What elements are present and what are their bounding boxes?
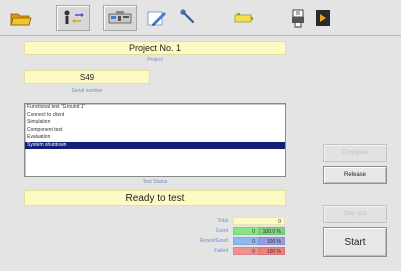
stop-test-button-label: Stop test bbox=[343, 211, 367, 217]
serial-value: S49 bbox=[79, 72, 95, 82]
stat-retest-count-value: 0 bbox=[252, 239, 255, 245]
application-window: Project No. 1 Project S49 Serial number … bbox=[0, 0, 401, 271]
test-step-list[interactable]: Functional test "Ground 1" Connect to cli… bbox=[24, 103, 286, 177]
stat-good-count-value: 0 bbox=[252, 229, 255, 235]
configure-button-label: Configure bbox=[341, 150, 368, 156]
stat-label-total: Total bbox=[217, 218, 228, 224]
battery-icon[interactable] bbox=[230, 5, 258, 31]
status-value: Ready to test bbox=[125, 192, 185, 204]
release-button[interactable]: Release bbox=[323, 166, 387, 184]
project-field: Project No. 1 bbox=[24, 41, 286, 55]
stat-retest-percent-value: 100 % bbox=[266, 239, 281, 245]
serial-caption: Serial number bbox=[71, 88, 103, 94]
toolbar bbox=[0, 0, 401, 36]
project-caption: Project bbox=[147, 57, 163, 63]
start-button-label: Start bbox=[344, 236, 366, 248]
stat-retest-percent: 100 % bbox=[259, 237, 285, 245]
configure-button[interactable]: Configure bbox=[323, 144, 387, 162]
stat-label-good: Good bbox=[215, 228, 228, 234]
stat-total-value: 0 bbox=[278, 219, 281, 225]
test-step-item[interactable]: Connect to client bbox=[25, 112, 285, 120]
printer-export-icon[interactable] bbox=[286, 5, 310, 31]
stat-failed-count-value: 0 bbox=[252, 249, 255, 255]
status-field: Ready to test bbox=[24, 190, 286, 206]
person-arrows-icon[interactable] bbox=[56, 5, 90, 31]
stat-good-percent: 100.0 % bbox=[259, 227, 285, 235]
release-button-label: Release bbox=[343, 172, 366, 178]
start-button[interactable]: Start bbox=[323, 227, 387, 257]
next-arrow-icon[interactable] bbox=[312, 5, 334, 31]
stat-failed-percent-value: 100 % bbox=[266, 249, 281, 255]
instrument-icon[interactable] bbox=[103, 5, 137, 31]
serial-field: S49 bbox=[24, 70, 150, 84]
stop-test-button[interactable]: Stop test bbox=[323, 205, 387, 223]
stat-label-retest: Retest/Good bbox=[199, 238, 228, 244]
test-status-caption: Test Status bbox=[142, 179, 168, 185]
stat-total: 0 bbox=[233, 217, 285, 225]
stat-retest-count: 0 bbox=[233, 237, 259, 245]
project-value: Project No. 1 bbox=[128, 43, 182, 53]
stat-failed-count: 0 bbox=[233, 247, 259, 255]
stat-label-failed: Failed bbox=[214, 248, 228, 254]
test-step-item[interactable]: Simulation bbox=[25, 119, 285, 127]
wrench-icon[interactable] bbox=[176, 5, 200, 31]
folder-icon[interactable] bbox=[6, 5, 36, 31]
test-step-item[interactable]: Functional test "Ground 1" bbox=[25, 104, 285, 112]
stat-good-count: 0 bbox=[233, 227, 259, 235]
test-step-item[interactable]: System shutdown bbox=[25, 141, 285, 149]
stat-good-percent-value: 100.0 % bbox=[262, 229, 281, 235]
test-step-item[interactable]: Component test bbox=[25, 127, 285, 135]
pen-edit-icon[interactable] bbox=[142, 5, 170, 31]
test-step-item[interactable]: Evaluation bbox=[25, 134, 285, 142]
stat-failed-percent: 100 % bbox=[259, 247, 285, 255]
